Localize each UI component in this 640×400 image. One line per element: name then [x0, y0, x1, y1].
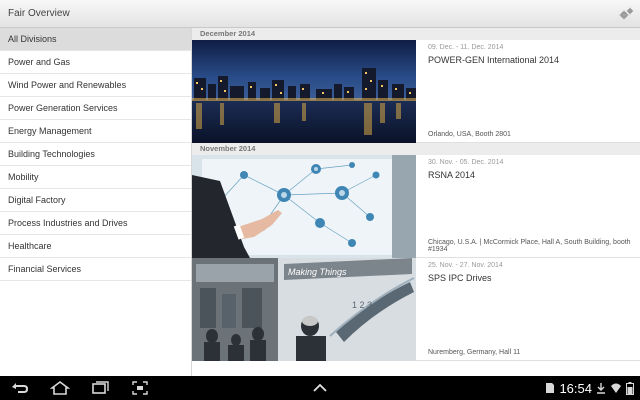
download-icon [597, 383, 605, 394]
event-info: 30. Nov. - 05. Dec. 2014 RSNA 2014 Chica… [416, 155, 640, 257]
gauge-text: 1 2 3 4 5 [352, 300, 387, 310]
clock: 16:54 [559, 380, 592, 396]
event-card-rsna[interactable]: 30. Nov. - 05. Dec. 2014 RSNA 2014 Chica… [192, 155, 640, 258]
event-title: RSNA 2014 [428, 170, 476, 180]
sidebar-item-process-industries[interactable]: Process Industries and Drives [0, 212, 191, 235]
sidebar-item-healthcare[interactable]: Healthcare [0, 235, 191, 258]
sidebar-item-building-technologies[interactable]: Building Technologies [0, 143, 191, 166]
event-title: SPS IPC Drives [428, 273, 492, 283]
event-card-power-gen[interactable]: 09. Dec. - 11. Dec. 2014 POWER-GEN Inter… [192, 40, 640, 143]
battery-icon [626, 381, 634, 395]
sd-card-icon [546, 383, 555, 393]
sidebar-item-energy-management[interactable]: Energy Management [0, 120, 191, 143]
event-location: Nuremberg, Germany, Hall 11 [428, 349, 521, 356]
event-info: 25. Nov. - 27. Nov. 2014 SPS IPC Drives … [416, 258, 640, 360]
event-dates: 25. Nov. - 27. Nov. 2014 [428, 262, 503, 269]
recent-apps-icon[interactable] [80, 376, 120, 400]
settings-icon[interactable] [612, 0, 640, 28]
back-icon[interactable] [0, 376, 40, 400]
event-location: Orlando, USA, Booth 2801 [428, 131, 511, 138]
event-title: POWER-GEN International 2014 [428, 55, 560, 65]
event-card-sps-ipc-drives[interactable]: Making Things 1 2 3 4 5 25. Nov. - 27. N… [192, 258, 640, 361]
event-info: 09. Dec. - 11. Dec. 2014 POWER-GEN Inter… [416, 40, 640, 142]
event-location: Chicago, U.S.A. | McCormick Place, Hall … [428, 239, 631, 253]
month-header-december: December 2014 [192, 28, 640, 40]
status-area: 16:54 [545, 376, 640, 400]
sidebar-item-digital-factory[interactable]: Digital Factory [0, 189, 191, 212]
sidebar-item-financial-services[interactable]: Financial Services [0, 258, 191, 281]
sidebar-item-all-divisions[interactable]: All Divisions [0, 28, 191, 51]
wifi-icon [611, 383, 621, 393]
division-sidebar: All Divisions Power and Gas Wind Power a… [0, 28, 192, 376]
event-list: December 2014 09. Dec. - 11. Dec. 2014 P… [192, 28, 640, 376]
sidebar-item-power-generation-services[interactable]: Power Generation Services [0, 97, 191, 120]
event-dates: 30. Nov. - 05. Dec. 2014 [428, 159, 504, 166]
screenshot-icon[interactable] [120, 376, 160, 400]
page-title: Fair Overview [8, 8, 70, 19]
event-dates: 09. Dec. - 11. Dec. 2014 [428, 44, 504, 51]
sidebar-item-mobility[interactable]: Mobility [0, 166, 191, 189]
sidebar-item-power-and-gas[interactable]: Power and Gas [0, 51, 191, 74]
sidebar-item-wind-power[interactable]: Wind Power and Renewables [0, 74, 191, 97]
home-icon[interactable] [40, 376, 80, 400]
event-image-orlando-skyline [192, 40, 416, 143]
chevron-up-icon[interactable] [306, 376, 334, 400]
action-bar: Fair Overview [0, 0, 640, 28]
system-nav-bar: 16:54 [0, 376, 640, 400]
event-image-trade-hall: Making Things 1 2 3 4 5 [192, 258, 416, 361]
event-image-touchscreen [192, 155, 416, 258]
banner-text: Making Things [288, 267, 347, 277]
month-header-november: November 2014 [192, 143, 640, 155]
